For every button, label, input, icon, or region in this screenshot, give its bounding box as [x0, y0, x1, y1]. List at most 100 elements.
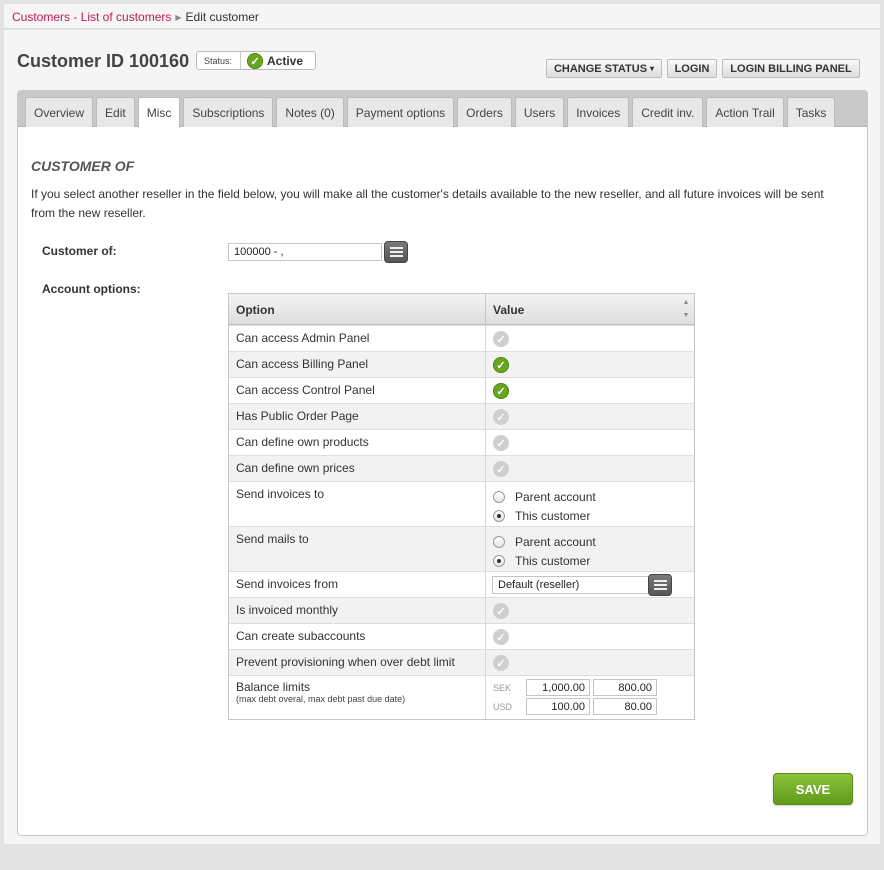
row-label: Can access Billing Panel [229, 352, 486, 377]
row-label-cell: Balance limits (max debt overal, max deb… [229, 676, 486, 719]
table-scroll-control[interactable]: ▲ ▼ [678, 294, 694, 324]
login-billing-panel-button[interactable]: LOGIN BILLING PANEL [722, 59, 860, 78]
check-icon[interactable]: ✓ [493, 629, 509, 645]
customer-of-picker-button[interactable] [384, 241, 408, 263]
tab-credit-inv[interactable]: Credit inv. [632, 97, 704, 127]
table-row-send-invoices-to: Send invoices to Parent account This cus… [229, 481, 694, 526]
check-icon[interactable]: ✓ [493, 655, 509, 671]
table-body: Can access Admin Panel ✓ Can access Bill… [229, 325, 694, 719]
radio-button[interactable] [493, 535, 505, 548]
row-label: Has Public Order Page [229, 404, 486, 429]
login-button[interactable]: LOGIN [667, 59, 717, 78]
radio-button-selected[interactable] [493, 554, 505, 567]
radio-label: This customer [515, 553, 591, 568]
row-label: Can create subaccounts [229, 624, 486, 649]
row-label: Can access Admin Panel [229, 326, 486, 351]
check-icon[interactable]: ✓ [493, 409, 509, 425]
breadcrumb-current: Edit customer [185, 10, 259, 24]
send-invoices-from-select[interactable]: Default (reseller) [492, 576, 650, 594]
usd-max-debt-input[interactable]: 100.00 [526, 698, 590, 715]
breadcrumb-arrow-icon: ▶ [175, 13, 182, 22]
table-row-send-invoices-from: Send invoices from Default (reseller) [229, 571, 694, 597]
radio-option-this-customer[interactable]: This customer [493, 506, 596, 525]
breadcrumb-link-customers[interactable]: Customers - List of customers [12, 10, 171, 24]
active-check-icon: ✓ [247, 53, 264, 69]
check-icon[interactable]: ✓ [493, 357, 509, 373]
row-label: Send mails to [229, 527, 486, 571]
tab-orders[interactable]: Orders [457, 97, 512, 127]
radio-option-this-customer[interactable]: This customer [493, 551, 596, 570]
table-row: Can create subaccounts ✓ [229, 623, 694, 649]
section-description: If you select another reseller in the fi… [31, 187, 824, 220]
table-row: Can access Control Panel ✓ [229, 377, 694, 403]
table-header: Option Value ▲ ▼ [229, 294, 694, 325]
row-label: Can access Control Panel [229, 378, 486, 403]
status-value: Active [267, 53, 304, 68]
status-divider [240, 52, 242, 69]
scroll-down-icon[interactable]: ▼ [683, 312, 690, 319]
caret-down-icon: ▾ [650, 64, 655, 73]
tab-notes[interactable]: Notes (0) [276, 97, 344, 127]
account-options-label: Account options: [42, 282, 141, 296]
radio-button[interactable] [493, 490, 505, 503]
check-icon[interactable]: ✓ [493, 461, 509, 477]
section-title: CUSTOMER OF [31, 158, 135, 174]
tab-bar: Overview Edit Misc Subscriptions Notes (… [18, 91, 867, 128]
breadcrumb: Customers - List of customers ▶ Edit custo… [4, 4, 880, 29]
tab-edit[interactable]: Edit [96, 97, 135, 127]
table-row: Prevent provisioning when over debt limi… [229, 649, 694, 675]
balance-limits-label: Balance limits [236, 680, 311, 694]
radio-option-parent-account[interactable]: Parent account [493, 532, 596, 551]
change-status-button[interactable]: CHANGE STATUS ▾ [546, 59, 662, 78]
radio-button-selected[interactable] [493, 509, 505, 522]
table-row: Can access Admin Panel ✓ [229, 325, 694, 351]
table-row: Can define own products ✓ [229, 429, 694, 455]
list-icon [653, 580, 667, 582]
col-value-header: Value [493, 303, 525, 317]
tab-overview[interactable]: Overview [25, 97, 94, 127]
tab-action-trail[interactable]: Action Trail [706, 97, 784, 127]
row-label: Prevent provisioning when over debt limi… [229, 650, 486, 675]
sek-max-debt-input[interactable]: 1,000.00 [526, 679, 590, 696]
radio-label: Parent account [515, 489, 596, 504]
page-title: Customer ID 100160 [17, 51, 190, 71]
check-icon[interactable]: ✓ [493, 603, 509, 619]
list-icon [389, 247, 403, 249]
save-button[interactable]: SAVE [773, 773, 853, 805]
tab-tasks[interactable]: Tasks [786, 97, 836, 127]
table-row-send-mails-to: Send mails to Parent account This custom… [229, 526, 694, 571]
status-label: Status: [204, 55, 233, 66]
status-badge: Status: ✓ Active [196, 51, 316, 70]
check-icon[interactable]: ✓ [493, 383, 509, 399]
radio-label: Parent account [515, 534, 596, 549]
row-label: Can define own prices [229, 456, 486, 481]
row-label: Send invoices from [229, 572, 486, 597]
tab-subscriptions[interactable]: Subscriptions [183, 97, 274, 127]
change-status-label: CHANGE STATUS [553, 62, 648, 75]
col-option-header: Option [229, 294, 486, 324]
tab-users[interactable]: Users [514, 97, 565, 127]
row-label: Send invoices to [229, 482, 486, 526]
check-icon[interactable]: ✓ [493, 331, 509, 347]
scroll-up-icon[interactable]: ▲ [683, 299, 690, 306]
balance-grid: SEK 1,000.00 800.00 USD 100.00 80.00 [493, 679, 657, 715]
row-label: Can define own products [229, 430, 486, 455]
currency-usd: USD [493, 701, 513, 712]
table-row: Can access Billing Panel ✓ [229, 351, 694, 377]
login-billing-label: LOGIN BILLING PANEL [730, 62, 852, 75]
tab-invoices[interactable]: Invoices [567, 97, 630, 127]
customer-of-select[interactable]: 100000 - , [228, 243, 382, 261]
sek-past-due-input[interactable]: 800.00 [593, 679, 657, 696]
radio-label: This customer [515, 508, 591, 523]
send-invoices-from-picker-button[interactable] [648, 574, 672, 596]
check-icon[interactable]: ✓ [493, 435, 509, 451]
radio-option-parent-account[interactable]: Parent account [493, 487, 596, 506]
table-row-balance-limits: Balance limits (max debt overal, max deb… [229, 675, 694, 719]
currency-sek: SEK [493, 682, 512, 693]
tab-payment-options[interactable]: Payment options [346, 97, 455, 127]
usd-past-due-input[interactable]: 80.00 [593, 698, 657, 715]
tab-misc[interactable]: Misc [137, 97, 181, 128]
main-panel: Customer ID 100160 Status: ✓ Active CHAN… [4, 30, 880, 844]
balance-limits-note: (max debt overal, max debt past due date… [236, 694, 406, 704]
account-options-table: Option Value ▲ ▼ Can access Admin Panel … [228, 293, 695, 720]
